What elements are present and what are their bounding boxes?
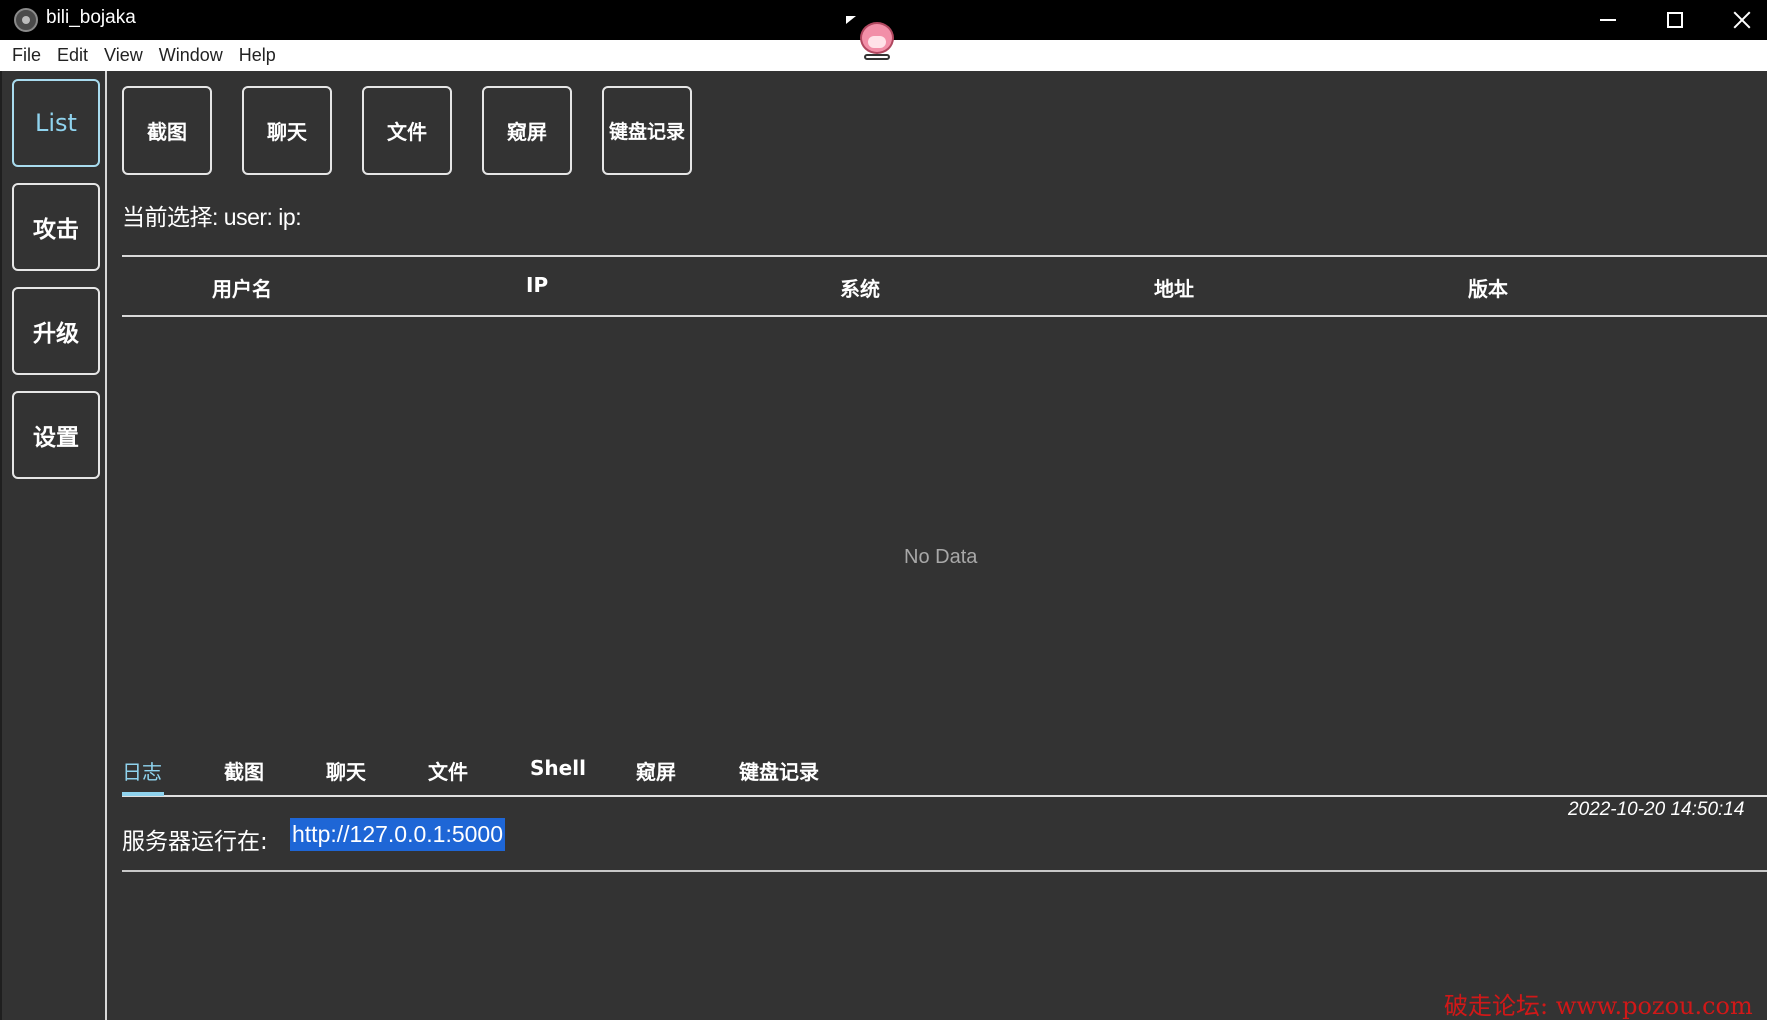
menu-window[interactable]: Window — [151, 45, 231, 66]
cursor-flag-icon — [846, 16, 856, 24]
window-title: bili_bojaka — [46, 7, 136, 28]
close-icon — [1733, 11, 1751, 29]
watermark-text: 破走论坛: www.pozou.com — [1444, 992, 1753, 1020]
minimize-icon — [1600, 19, 1616, 21]
log-entry-divider — [122, 870, 1767, 872]
tab-chat[interactable]: 聊天 — [326, 756, 366, 785]
sidebar: List 攻击 升级 设置 — [0, 71, 107, 1020]
log-timestamp: 2022-10-20 14:50:14 — [1568, 799, 1745, 820]
sidebar-item-list[interactable]: List — [12, 79, 100, 167]
menu-help[interactable]: Help — [231, 45, 284, 66]
sidebar-item-upgrade[interactable]: 升级 — [12, 287, 100, 375]
table-header-divider — [122, 315, 1767, 317]
current-selection: 当前选择: user: ip: — [122, 204, 302, 230]
log-message-label: 服务器运行在: — [122, 829, 268, 855]
mascot-icon — [846, 14, 896, 62]
keylogger-button[interactable]: 键盘记录 — [602, 86, 692, 175]
screenshot-button[interactable]: 截图 — [122, 86, 212, 175]
table-empty-text: No Data — [904, 546, 978, 568]
close-button[interactable] — [1709, 0, 1767, 40]
column-header-ip: IP — [526, 273, 549, 297]
app-window: bili_bojaka File Edit View Window Help L… — [0, 0, 1767, 1020]
tab-log[interactable]: 日志 — [122, 756, 162, 785]
chat-button[interactable]: 聊天 — [242, 86, 332, 175]
server-url-link[interactable]: http://127.0.0.1:5000 — [290, 818, 506, 851]
minimize-button[interactable] — [1575, 0, 1641, 40]
maximize-button[interactable] — [1642, 0, 1708, 40]
menu-file[interactable]: File — [4, 45, 49, 66]
tabs-divider — [122, 795, 1767, 797]
active-tab-indicator — [122, 792, 164, 796]
column-header-username: 用户名 — [212, 277, 272, 301]
tab-shell[interactable]: Shell — [530, 756, 586, 780]
sidebar-item-attack[interactable]: 攻击 — [12, 183, 100, 271]
table-top-divider — [122, 255, 1767, 257]
app-icon — [14, 8, 38, 32]
screen-view-button[interactable]: 窥屏 — [482, 86, 572, 175]
tab-screen-view[interactable]: 窥屏 — [636, 756, 676, 785]
maximize-icon — [1667, 12, 1683, 28]
column-header-version: 版本 — [1468, 277, 1508, 301]
tab-screenshot[interactable]: 截图 — [224, 756, 264, 785]
menu-edit[interactable]: Edit — [49, 45, 96, 66]
column-header-system: 系统 — [840, 277, 880, 301]
tab-file[interactable]: 文件 — [428, 756, 468, 785]
column-header-address: 地址 — [1154, 277, 1194, 301]
menu-view[interactable]: View — [96, 45, 151, 66]
file-button[interactable]: 文件 — [362, 86, 452, 175]
sidebar-item-settings[interactable]: 设置 — [12, 391, 100, 479]
tab-keylogger[interactable]: 键盘记录 — [739, 756, 819, 785]
